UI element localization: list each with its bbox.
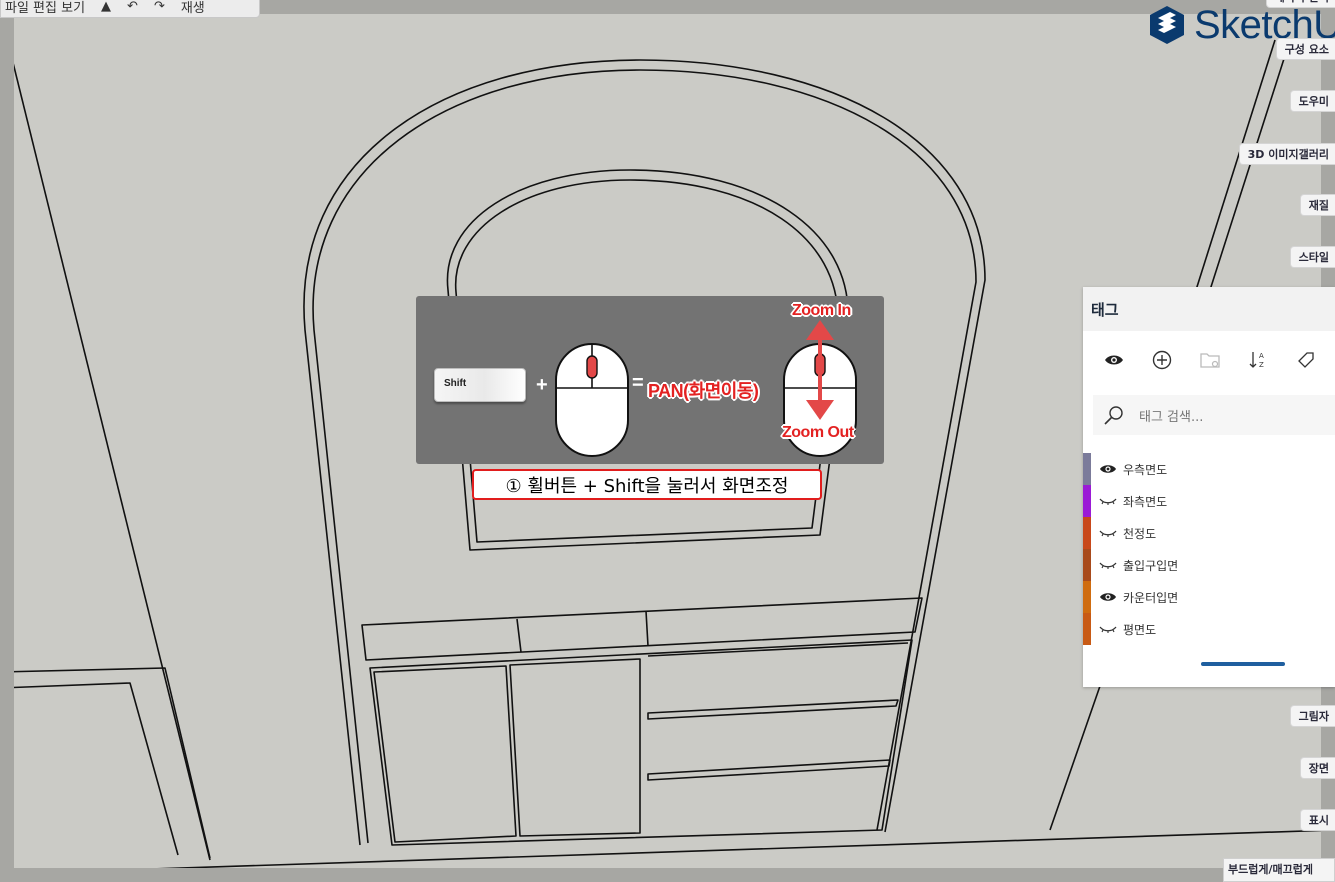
tray-tab-components[interactable]: 구성 요소 [1275, 38, 1335, 60]
top-toolbar: 파일 편집 보기 ▲ ↶ ↷ 재생 [0, 0, 260, 18]
svg-text:Z: Z [1259, 361, 1264, 369]
tag-name[interactable]: 천정도 [1123, 525, 1156, 542]
tag-color-swatch[interactable] [1083, 485, 1091, 517]
eye-closed-icon[interactable] [1097, 560, 1119, 570]
tray-tab-shadows[interactable]: 그림자 [1289, 705, 1335, 727]
eye-closed-icon[interactable] [1097, 624, 1119, 634]
eye-icon[interactable] [1103, 349, 1125, 371]
tag-name[interactable]: 좌측면도 [1123, 493, 1167, 510]
tray-tab-styles[interactable]: 스타일 [1289, 246, 1335, 268]
tag-color-swatch[interactable] [1083, 517, 1091, 549]
tray-tab-scenes[interactable]: 장면 [1299, 757, 1335, 779]
tray-tab-display[interactable]: 표시 [1299, 809, 1335, 831]
instruction-caption-text: ① 휠버튼 + Shift을 눌러서 화면조정 [505, 475, 789, 497]
tags-toolbar: AZ [1103, 349, 1317, 371]
eye-icon[interactable] [1097, 591, 1119, 603]
list-item[interactable]: 우측면도 [1083, 453, 1335, 485]
shift-key-label: Shift [444, 378, 467, 389]
tag-name[interactable]: 카운터입면 [1123, 589, 1178, 606]
folder-icon[interactable] [1199, 349, 1221, 371]
sort-icon[interactable]: AZ [1247, 349, 1269, 371]
tray-tab-materials[interactable]: 재질 [1299, 194, 1335, 216]
list-item[interactable]: 출입구입면 [1083, 549, 1335, 581]
svg-text:A: A [1259, 352, 1264, 360]
shift-key-graphic: Shift [434, 368, 526, 402]
plus-sign: + [536, 374, 548, 396]
tags-panel-header[interactable]: 태그 [1083, 287, 1335, 331]
eye-closed-icon[interactable] [1097, 528, 1119, 538]
list-item[interactable]: 카운터입면 [1083, 581, 1335, 613]
tag-name[interactable]: 평면도 [1123, 621, 1156, 638]
tray-tab-top-cut[interactable]: 레이어 관리 [1265, 0, 1335, 8]
eye-icon[interactable] [1097, 463, 1119, 475]
undo-icon[interactable]: ↶ [127, 0, 138, 14]
add-tag-icon[interactable] [1151, 349, 1173, 371]
list-item[interactable]: 천정도 [1083, 517, 1335, 549]
search-icon [1104, 406, 1123, 425]
zoom-out-label: Zoom Out [782, 424, 854, 441]
navigation-instruction-panel: Shift + = PAN(화면이동) Zoom In Zoom Out [416, 296, 884, 464]
tag-tool-icon[interactable] [1295, 349, 1317, 371]
viewport-bottom-edge [0, 868, 1335, 882]
equals-sign: = [632, 372, 644, 394]
tags-panel: 태그 AZ 태그 검색... 우측면도 좌측면도 천정도 출입구입면 카운터입면… [1083, 287, 1335, 687]
redo-icon[interactable]: ↷ [154, 0, 165, 14]
viewport-left-edge [0, 0, 14, 882]
tag-name[interactable]: 우측면도 [1123, 461, 1167, 478]
tag-color-swatch[interactable] [1083, 613, 1091, 645]
zoom-arrows-icon [806, 320, 834, 420]
eye-closed-icon[interactable] [1097, 496, 1119, 506]
tag-name[interactable]: 출입구입면 [1123, 557, 1178, 574]
tags-panel-title: 태그 [1091, 300, 1119, 319]
tag-list-scrollbar[interactable] [1201, 662, 1285, 666]
mouse-icon [555, 343, 629, 457]
tag-search-input[interactable]: 태그 검색... [1139, 406, 1203, 425]
tray-tab-gallery[interactable]: 3D 이미지갤러리 [1238, 143, 1335, 165]
list-item[interactable]: 좌측면도 [1083, 485, 1335, 517]
pan-label: PAN(화면이동) [648, 381, 759, 401]
person-icon[interactable]: ▲ [101, 0, 111, 14]
zoom-in-label: Zoom In [792, 302, 851, 319]
menu-button[interactable]: 파일 편집 보기 [5, 0, 85, 16]
tag-color-swatch[interactable] [1083, 581, 1091, 613]
tag-search-box[interactable]: 태그 검색... [1093, 395, 1335, 435]
tag-color-swatch[interactable] [1083, 453, 1091, 485]
list-item[interactable]: 평면도 [1083, 613, 1335, 645]
tray-tab-help[interactable]: 도우미 [1289, 90, 1335, 112]
tag-list: 우측면도 좌측면도 천정도 출입구입면 카운터입면 평면도 [1083, 453, 1335, 645]
play-button[interactable]: 재생 [181, 0, 205, 16]
tray-tab-soften-edges[interactable]: 부드럽게/매끄럽게 [1223, 858, 1335, 882]
tag-color-swatch[interactable] [1083, 549, 1091, 581]
sketchup-logo-icon [1150, 6, 1184, 44]
instruction-caption: ① 휠버튼 + Shift을 눌러서 화면조정 [472, 469, 822, 500]
